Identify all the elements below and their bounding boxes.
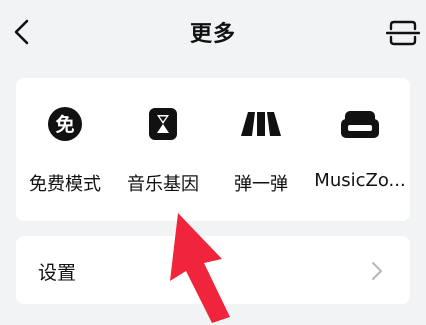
chevron-right-icon [372, 262, 382, 280]
entry-tan-yi-tan[interactable]: 弹一弹 [212, 78, 310, 221]
entry-label: MusicZo... [314, 170, 406, 191]
entry-label: 免费模式 [29, 174, 101, 195]
free-mode-icon-text: 免 [55, 113, 74, 136]
feature-entries-card: 免 免费模式 音乐基因 弹一弹 MusicZo... [16, 78, 410, 221]
top-bar: 更多 [0, 0, 426, 64]
piano-keys-icon [241, 112, 281, 136]
entry-label: 音乐基因 [127, 174, 199, 195]
hourglass-icon [149, 108, 177, 140]
page-title: 更多 [189, 22, 236, 47]
free-mode-icon: 免 [48, 107, 82, 141]
annotation-arrow-icon [170, 213, 230, 323]
entry-musiczone[interactable]: MusicZo... [310, 78, 410, 221]
settings-label: 设置 [38, 262, 77, 284]
scan-icon[interactable] [386, 18, 420, 48]
entry-music-gene[interactable]: 音乐基因 [114, 78, 212, 221]
entry-label: 弹一弹 [234, 174, 288, 195]
entry-free-mode[interactable]: 免 免费模式 [16, 78, 114, 221]
sofa-icon [341, 111, 379, 138]
